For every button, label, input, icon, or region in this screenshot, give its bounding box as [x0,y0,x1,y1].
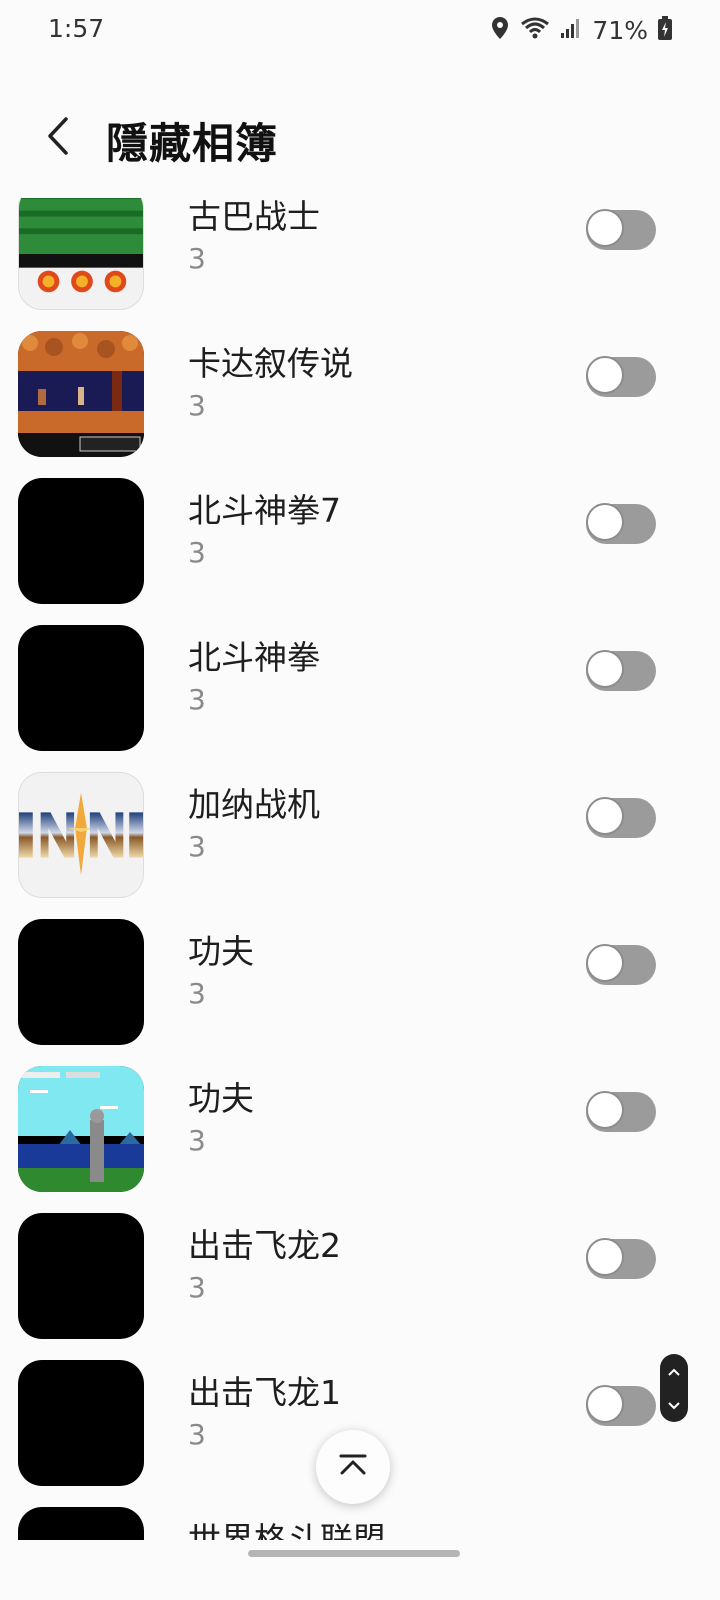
album-name: 北斗神拳 [188,638,320,677]
album-count: 3 [188,683,206,716]
album-row[interactable]: 加纳战机 3 [0,772,720,919]
album-name: 出击飞龙2 [188,1226,341,1265]
album-thumbnail [18,1507,144,1540]
hide-toggle[interactable] [586,209,656,250]
hide-toggle[interactable] [586,356,656,397]
toggle-knob [586,209,624,247]
hide-toggle[interactable] [586,1091,656,1132]
status-icons: 71% [490,14,672,46]
toggle-knob [586,797,624,835]
chevron-up-icon[interactable] [667,1362,681,1381]
wifi-icon [520,16,550,44]
album-thumbnail [18,1360,144,1486]
toggle-knob [586,503,624,541]
album-thumbnail [18,919,144,1045]
album-count: 3 [188,389,206,422]
hide-toggle[interactable] [586,944,656,985]
header: 隱藏相簿 [0,100,720,180]
album-count: 3 [188,1271,206,1304]
hide-toggle[interactable] [586,1238,656,1279]
album-name: 出击飞龙1 [188,1373,341,1412]
album-name: 卡达叙传说 [188,344,353,383]
album-count: 3 [188,977,206,1010]
album-thumbnail [18,331,144,457]
hide-toggle[interactable] [586,503,656,544]
album-row[interactable]: 功夫 3 [0,1066,720,1213]
album-count: 3 [188,830,206,863]
album-name: 世界格斗联盟 [188,1520,386,1540]
back-button[interactable] [36,116,80,160]
album-name: 加纳战机 [188,785,320,824]
chevron-down-icon[interactable] [667,1396,681,1415]
fast-scroll-control[interactable] [660,1354,688,1422]
page-title: 隱藏相簿 [106,119,279,168]
album-thumbnail [18,625,144,751]
album-thumbnail [18,772,144,898]
album-thumbnail [18,478,144,604]
location-icon [490,16,510,44]
toggle-knob [586,1385,624,1423]
album-row[interactable]: 世界格斗联盟 [0,1507,720,1540]
toggle-knob [586,944,624,982]
hide-toggle[interactable] [586,1385,656,1426]
album-row[interactable]: 卡达叙传说 3 [0,331,720,478]
signal-icon [560,17,582,43]
album-name: 古巴战士 [188,198,320,236]
status-bar: 1:57 71% [0,0,720,60]
album-name: 功夫 [188,1079,254,1118]
album-thumbnail [18,1066,144,1192]
toggle-knob [586,1238,624,1276]
album-name: 北斗神拳7 [188,491,341,530]
album-row[interactable]: 北斗神拳 3 [0,625,720,772]
album-count: 3 [188,1124,206,1157]
album-count: 3 [188,536,206,569]
album-thumbnail [18,1213,144,1339]
battery-charging-icon [658,16,672,44]
album-list[interactable]: 古巴战士 3 卡达叙传说 3 北斗神拳7 3 北斗神拳 3 加纳战机 3 功夫 … [0,198,720,1540]
hide-toggle[interactable] [586,650,656,691]
scroll-to-top-icon [338,1453,368,1481]
album-name: 功夫 [188,932,254,971]
chevron-left-icon [46,116,70,160]
toggle-knob [586,650,624,688]
toggle-knob [586,1091,624,1129]
album-row[interactable]: 功夫 3 [0,919,720,1066]
toggle-knob [586,356,624,394]
album-count: 3 [188,242,206,275]
album-count: 3 [188,1418,206,1451]
scroll-to-top-button[interactable] [316,1430,390,1504]
battery-percentage: 71% [592,15,648,45]
album-row[interactable]: 北斗神拳7 3 [0,478,720,625]
hide-toggle[interactable] [586,797,656,838]
album-row[interactable]: 古巴战士 3 [0,198,720,331]
home-indicator[interactable] [248,1550,460,1557]
status-time: 1:57 [48,14,105,43]
album-row[interactable]: 出击飞龙2 3 [0,1213,720,1360]
album-thumbnail [18,198,144,310]
